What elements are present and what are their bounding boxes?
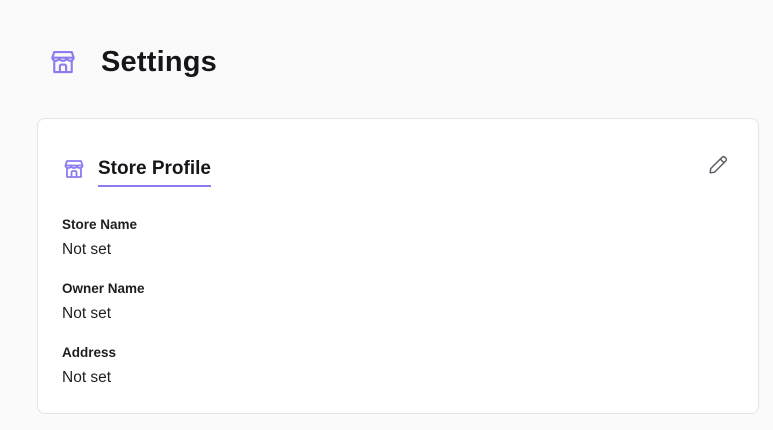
store-name-value: Not set bbox=[62, 241, 112, 258]
address-label: Address bbox=[62, 345, 117, 360]
edit-profile-button[interactable] bbox=[706, 155, 730, 179]
store-name-label: Store Name bbox=[62, 217, 138, 232]
page-title: Settings bbox=[101, 45, 217, 78]
pencil-icon bbox=[707, 154, 729, 181]
owner-name-value: Not set bbox=[62, 305, 112, 322]
page-header: Settings bbox=[48, 40, 217, 84]
address-value: Not set bbox=[62, 369, 112, 386]
owner-name-field: Owner Name Not set bbox=[62, 281, 145, 323]
store-icon bbox=[62, 157, 86, 181]
card-title: Store Profile bbox=[98, 158, 211, 187]
store-name-field: Store Name Not set bbox=[62, 217, 137, 259]
card-header: Store Profile bbox=[62, 154, 211, 187]
settings-page: Settings Store Profile Store Name Not se… bbox=[0, 0, 773, 430]
store-profile-card: Store Profile Store Name Not set Owner N… bbox=[37, 118, 759, 414]
owner-name-label: Owner Name bbox=[62, 281, 145, 296]
store-icon bbox=[48, 47, 78, 77]
address-field: Address Not set bbox=[62, 345, 116, 387]
